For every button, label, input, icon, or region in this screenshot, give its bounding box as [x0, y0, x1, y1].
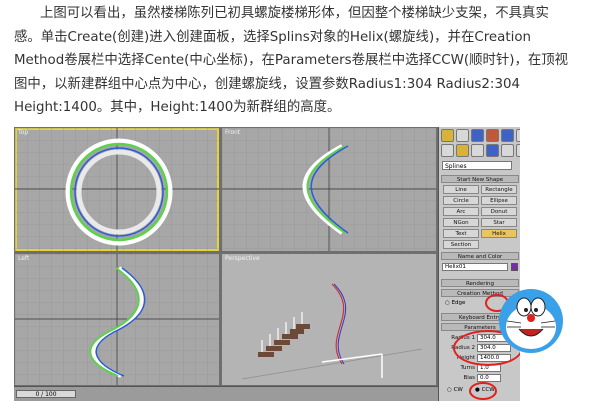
- section-button[interactable]: Section: [443, 240, 479, 249]
- viewport-perspective[interactable]: Perspective: [222, 254, 436, 385]
- motion-tab-icon[interactable]: [486, 129, 499, 142]
- viewport-left-canvas: [15, 254, 219, 385]
- paragraph-line: 感。单击Create(创建)进入创建面板，选择Splins对象的Helix(螺旋…: [14, 29, 531, 45]
- cameras-icon[interactable]: [486, 144, 499, 157]
- space-warps-icon[interactable]: [516, 144, 520, 157]
- time-slider[interactable]: 0 / 100: [16, 390, 76, 398]
- mascot-sticker-icon: [499, 289, 563, 353]
- cw-label: CW: [453, 387, 463, 393]
- cw-radio[interactable]: ○ CW: [447, 386, 463, 394]
- star-button[interactable]: Star: [481, 218, 517, 227]
- geometry-icon[interactable]: [441, 144, 454, 157]
- time-slider-bar: 0 / 100: [14, 386, 438, 401]
- article-paragraph: 上图可以看出，虽然楼梯陈列已初具螺旋楼梯形体，但因整个楼梯缺少支架，不具真实 感…: [14, 2, 606, 120]
- paragraph-line: 图中，以新建群组中心点为中心，创建螺旋线，设置参数Radius1:304 Rad…: [14, 76, 520, 92]
- viewport-left[interactable]: Left: [15, 254, 219, 385]
- circle-button[interactable]: Circle: [443, 196, 479, 205]
- edge-radio[interactable]: ○ Edge: [445, 299, 465, 307]
- display-tab-icon[interactable]: [501, 129, 514, 142]
- bias-field[interactable]: 0.0: [477, 374, 501, 382]
- line-button[interactable]: Line: [443, 185, 479, 194]
- paragraph-line: Method卷展栏中选择Cente(中心坐标)，在Parameters卷展栏中选…: [14, 53, 569, 69]
- object-name-field[interactable]: Helix01: [442, 263, 508, 271]
- ellipse-button[interactable]: Ellipse: [481, 196, 517, 205]
- edge-label: Edge: [451, 300, 466, 306]
- 3dsmax-screenshot: Top Front Left Perspective 0 / 100 Splin…: [14, 127, 520, 401]
- name-color-rollout[interactable]: Name and Color: [441, 252, 519, 260]
- viewport-top[interactable]: Top: [15, 128, 219, 251]
- command-panel: Splines Start New Shape Line Rectangle C…: [438, 127, 520, 401]
- paragraph-line: Height:1400。其中，Height:1400为新群组的高度。: [14, 100, 341, 116]
- category-icons: [441, 144, 520, 157]
- viewport-label: Top: [18, 129, 29, 136]
- viewport-perspective-canvas: [241, 283, 423, 380]
- viewport-front-canvas: [222, 128, 436, 251]
- donut-button[interactable]: Donut: [481, 207, 517, 216]
- viewport-front[interactable]: Front: [222, 128, 436, 251]
- viewport-label: Left: [18, 255, 30, 262]
- viewport-top-canvas: [15, 128, 219, 251]
- helpers-icon[interactable]: [501, 144, 514, 157]
- text-button[interactable]: Text: [443, 229, 479, 238]
- lights-icon[interactable]: [471, 144, 484, 157]
- modify-tab-icon[interactable]: [456, 129, 469, 142]
- viewport-label: Perspective: [225, 255, 260, 262]
- arc-button[interactable]: Arc: [443, 207, 479, 216]
- object-type-rollout[interactable]: Start New Shape: [441, 175, 519, 183]
- category-dropdown[interactable]: Splines: [442, 161, 512, 170]
- rendering-rollout[interactable]: Rendering: [441, 279, 519, 287]
- highlight-circle: [469, 382, 497, 400]
- ngon-button[interactable]: NGon: [443, 218, 479, 227]
- hierarchy-tab-icon[interactable]: [471, 129, 484, 142]
- create-tab-icon[interactable]: [441, 129, 454, 142]
- shapes-icon[interactable]: [456, 144, 469, 157]
- panel-tabs: [441, 129, 520, 142]
- rectangle-button[interactable]: Rectangle: [481, 185, 517, 194]
- utilities-tab-icon[interactable]: [516, 129, 520, 142]
- bias-label: Bias: [463, 375, 475, 381]
- paragraph-line: 上图可以看出，虽然楼梯陈列已初具螺旋楼梯形体，但因整个楼梯缺少支架，不具真实: [40, 6, 549, 21]
- viewport-label: Front: [225, 129, 241, 136]
- object-color-swatch[interactable]: [511, 263, 518, 271]
- turns-label: Turns: [460, 365, 475, 371]
- helix-button[interactable]: Helix: [481, 229, 517, 238]
